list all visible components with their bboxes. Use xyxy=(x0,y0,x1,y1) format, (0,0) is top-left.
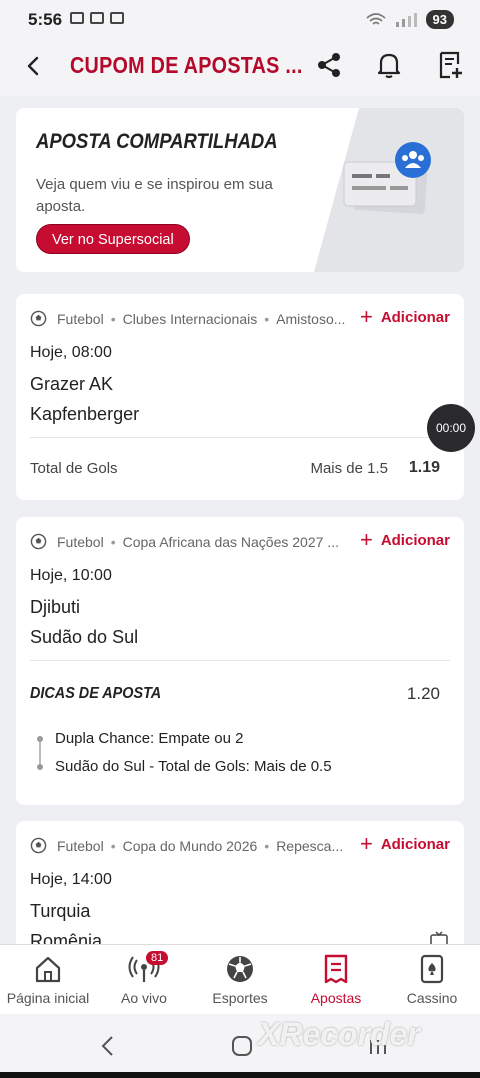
tip-item: Sudão do Sul - Total de Gols: Mais de 0.… xyxy=(55,758,332,775)
email-icon xyxy=(90,12,104,24)
betslip-content[interactable]: APOSTA COMPARTILHADA Veja quem viu e se … xyxy=(0,96,480,944)
nav-item-sports[interactable]: Esportes xyxy=(192,945,288,1015)
app-header: CUPOM DE APOSTAS ... xyxy=(0,38,480,96)
nav-item-bets[interactable]: Apostas xyxy=(288,945,384,1015)
bottom-navigation: Página inicial 81 Ao vivo Esportes Apost… xyxy=(0,944,480,1014)
add-button-label: Adicionar xyxy=(380,308,450,326)
away-team: Sudão do Sul xyxy=(30,627,139,647)
system-status-icons: 93 xyxy=(366,10,454,29)
event-meta: Futebol • Copa Africana das Nações 2027 … xyxy=(30,533,339,550)
away-team: Kapfenberger xyxy=(30,404,140,424)
nav-label: Apostas xyxy=(310,990,362,1006)
home-team: Djibuti xyxy=(30,597,81,617)
live-count-badge: 81 xyxy=(146,951,169,965)
divider xyxy=(30,660,450,661)
event-sport: Futebol xyxy=(57,837,104,854)
nav-label: Página inicial xyxy=(6,990,90,1006)
event-sport: Futebol xyxy=(57,310,104,327)
event-meta: Futebol • Copa do Mundo 2026 • Repesca..… xyxy=(30,837,343,854)
signal-icon xyxy=(395,12,417,27)
status-bar: 5:56 93 xyxy=(0,0,480,38)
nav-label: Cassino xyxy=(406,990,458,1006)
event-competition: Copa do Mundo 2026 xyxy=(122,837,258,854)
system-back-icon[interactable] xyxy=(98,1034,118,1058)
system-home-icon[interactable] xyxy=(230,1034,254,1058)
add-button-label: Adicionar xyxy=(380,835,450,853)
soccer-ball-icon xyxy=(30,533,47,550)
separator-dot: • xyxy=(110,310,116,327)
away-team: Romênia xyxy=(30,931,103,944)
status-time: 5:56 xyxy=(28,10,63,29)
event-time: Hoje, 10:00 xyxy=(30,567,112,584)
separator-dot: • xyxy=(110,837,116,854)
tips-title: DICAS DE APOSTA xyxy=(30,685,162,702)
separator-dot: • xyxy=(264,310,270,327)
add-betslip-icon[interactable] xyxy=(436,50,466,80)
home-team: Turquia xyxy=(30,901,91,921)
add-button-label: Adicionar xyxy=(380,531,450,549)
event-competition: Clubes Internacionais xyxy=(122,310,258,327)
nav-item-home[interactable]: Página inicial xyxy=(0,945,96,1015)
supersocial-button[interactable]: Ver no Supersocial xyxy=(36,224,190,254)
tip-dot xyxy=(37,736,43,742)
event-card: Futebol • Clubes Internacionais • Amisto… xyxy=(16,294,464,500)
nav-item-live[interactable]: 81 Ao vivo xyxy=(96,945,192,1015)
market-name: Total de Gols xyxy=(30,460,118,477)
youtube-icon xyxy=(70,12,84,24)
divider xyxy=(30,437,450,438)
bell-icon[interactable] xyxy=(374,50,404,80)
battery-indicator: 93 xyxy=(425,10,454,29)
add-button[interactable]: + Adicionar xyxy=(359,831,450,856)
odd-value[interactable]: 1.19 xyxy=(409,459,440,477)
tips-odd[interactable]: 1.20 xyxy=(407,684,440,704)
share-icon[interactable] xyxy=(314,50,344,80)
event-extra: Repesca... xyxy=(276,837,344,854)
home-icon xyxy=(35,956,61,983)
soccer-ball-icon xyxy=(30,310,47,327)
betslip-icon xyxy=(324,954,348,984)
home-team: Grazer AK xyxy=(30,374,114,394)
event-time: Hoje, 08:00 xyxy=(30,344,112,361)
event-time: Hoje, 14:00 xyxy=(30,871,112,888)
recorder-watermark: XRecorder xyxy=(258,1016,420,1052)
recording-timer[interactable]: 00:00 xyxy=(427,404,475,452)
separator-dot: • xyxy=(110,533,116,550)
plus-icon: + xyxy=(359,831,373,856)
page-title: CUPOM DE APOSTAS ... xyxy=(70,52,303,78)
event-card: Futebol • Copa Africana das Nações 2027 … xyxy=(16,517,464,805)
selection-name: Mais de 1.5 xyxy=(310,460,388,477)
cards-icon xyxy=(420,954,444,984)
shared-ticket-illustration xyxy=(343,142,431,215)
nav-item-casino[interactable]: Cassino xyxy=(384,945,480,1015)
event-extra: Amistoso... xyxy=(276,310,346,327)
nav-label: Ao vivo xyxy=(121,990,167,1006)
plus-icon: + xyxy=(359,304,373,329)
promo-title: APOSTA COMPARTILHADA xyxy=(36,130,278,153)
wifi-icon xyxy=(366,12,386,25)
tip-connector xyxy=(39,739,41,767)
tip-item: Dupla Chance: Empate ou 2 xyxy=(55,730,244,747)
event-meta: Futebol • Clubes Internacionais • Amisto… xyxy=(30,310,345,327)
soccer-ball-icon xyxy=(30,837,47,854)
plus-icon: + xyxy=(359,527,373,552)
separator-dot: • xyxy=(264,837,270,854)
tip-dot xyxy=(37,764,43,770)
notification-icons xyxy=(70,12,124,24)
add-button[interactable]: + Adicionar xyxy=(359,304,450,329)
add-button[interactable]: + Adicionar xyxy=(359,527,450,552)
promo-description: Veja quem viu e se inspirou em sua apost… xyxy=(36,176,273,215)
tv-icon xyxy=(430,931,448,944)
back-icon[interactable] xyxy=(20,52,48,80)
nav-label: Esportes xyxy=(212,990,268,1006)
soccer-ball-icon xyxy=(227,956,253,982)
event-sport: Futebol xyxy=(57,533,104,550)
event-competition: Copa Africana das Nações 2027 ... xyxy=(122,533,339,550)
event-card: Futebol • Copa do Mundo 2026 • Repesca..… xyxy=(16,821,464,944)
shared-bet-card: APOSTA COMPARTILHADA Veja quem viu e se … xyxy=(16,108,464,272)
app-icon xyxy=(110,12,124,24)
bottom-strip xyxy=(0,1072,480,1078)
